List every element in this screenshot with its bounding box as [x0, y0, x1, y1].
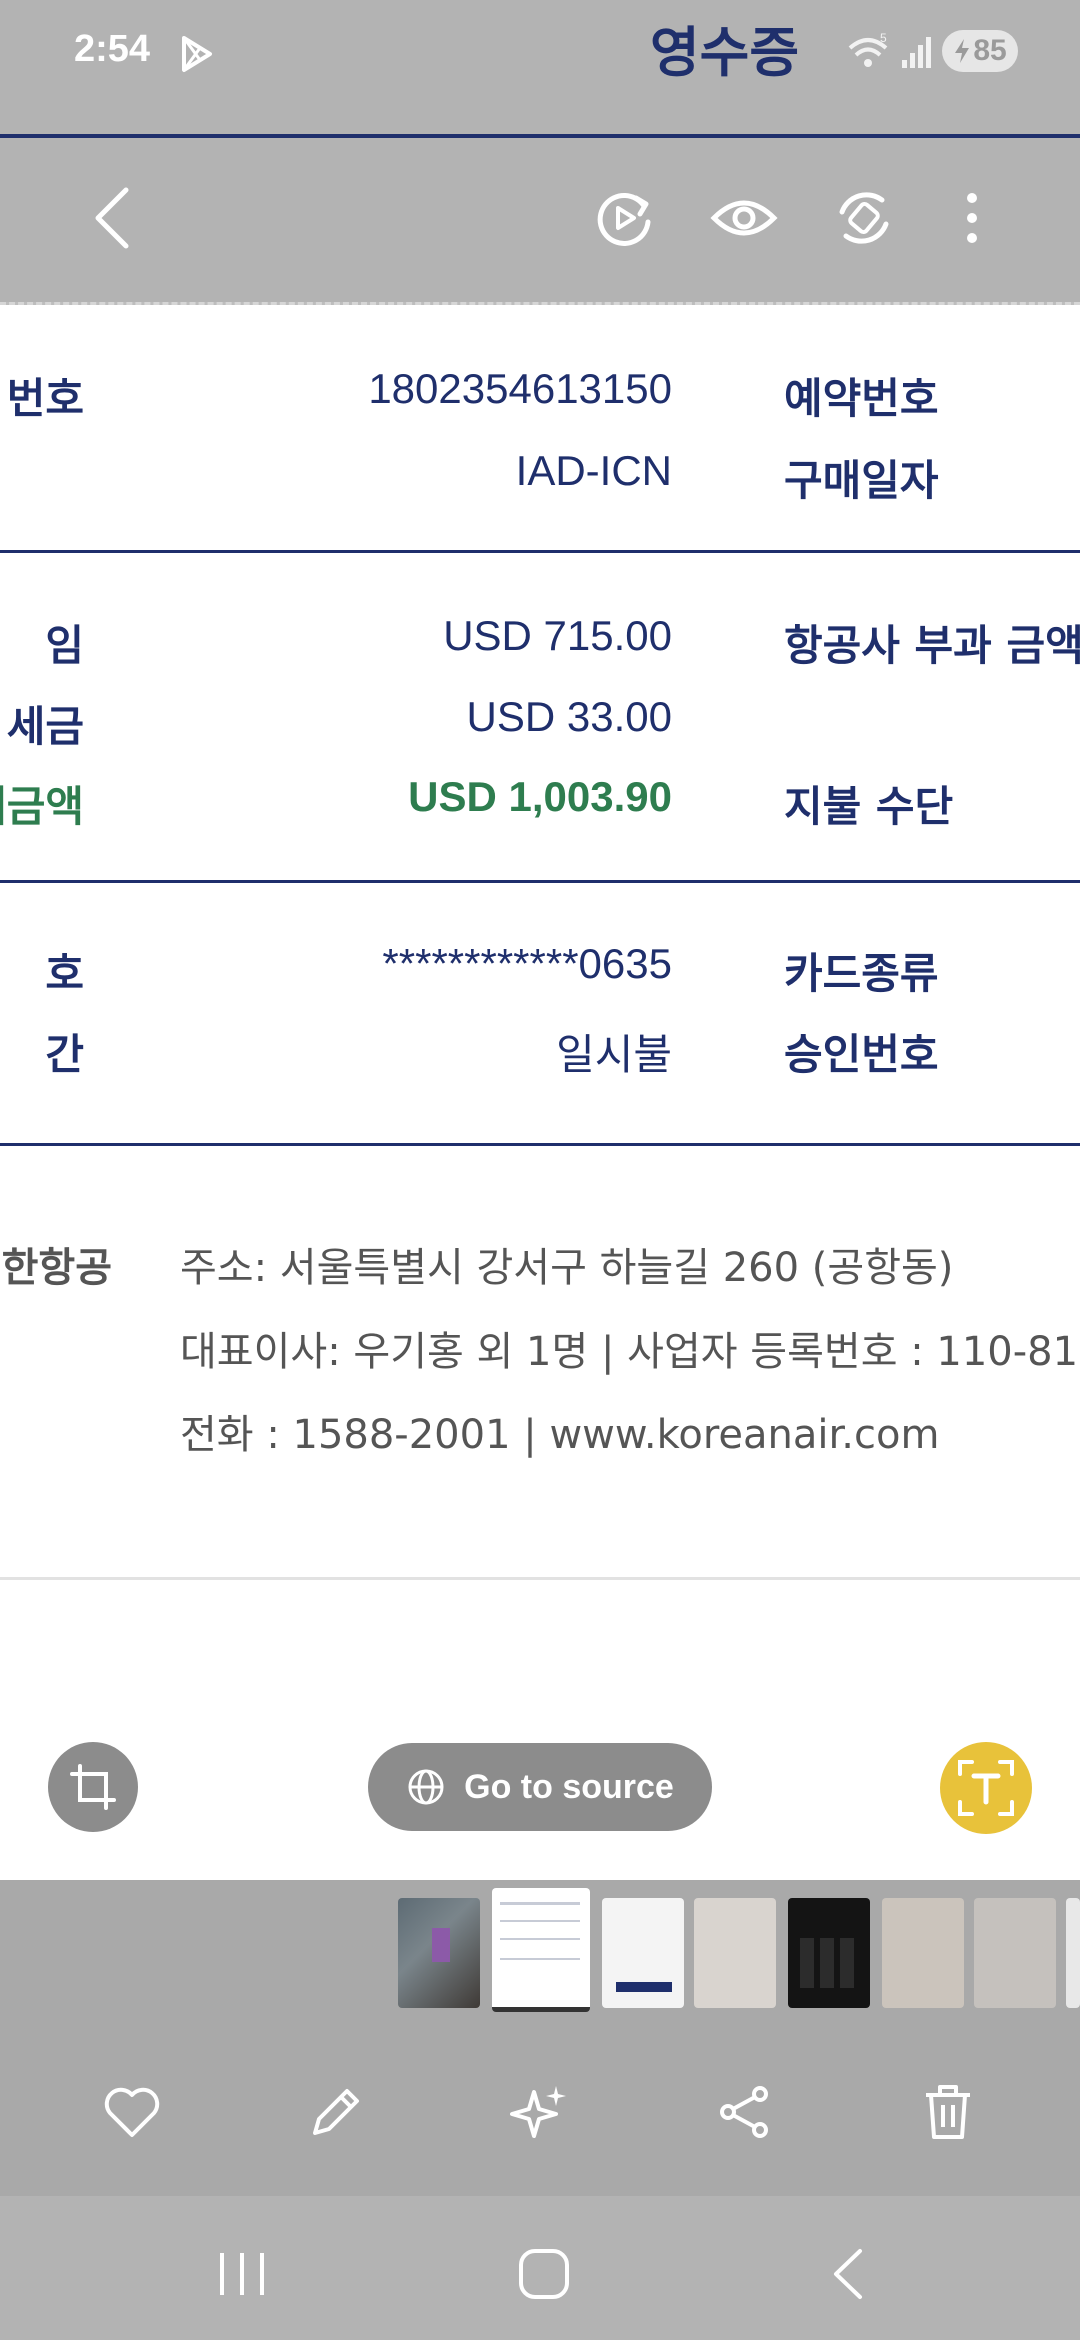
globe-icon — [408, 1769, 444, 1805]
purchase-date-label: 구매일자 — [784, 456, 939, 505]
total-value: USD 1,003.90 — [408, 773, 672, 820]
tax-value: USD 33.00 — [466, 693, 672, 740]
system-back-button[interactable] — [818, 2244, 878, 2304]
thumbnail-item[interactable] — [1066, 1898, 1080, 2008]
share-button[interactable] — [712, 2080, 776, 2144]
footer-rule — [0, 1577, 1080, 1580]
section-divider — [0, 1143, 1080, 1146]
thumbnail-item-selected[interactable] — [492, 1888, 590, 2012]
tax-label: 세금 — [6, 702, 84, 751]
battery-level: 85 — [973, 34, 1007, 67]
company-ceo-registration: 대표이사: 우기홍 외 1명 | 사업자 등록번호 : 110-81 — [180, 1329, 1079, 1375]
section-divider — [0, 880, 1080, 883]
status-time: 2:54 — [74, 28, 151, 70]
heart-icon — [104, 2087, 160, 2137]
share-icon — [720, 2086, 768, 2138]
go-to-source-label: Go to source — [464, 1767, 674, 1806]
go-to-source-button[interactable]: Go to source — [368, 1743, 712, 1831]
recent-apps-button[interactable] — [212, 2244, 272, 2304]
system-navigation-bar — [0, 2196, 1080, 2340]
sparkle-icon — [510, 2086, 566, 2138]
installment-label: 간 — [45, 1030, 84, 1079]
thumbnail-strip — [0, 1880, 1080, 2020]
crop-button[interactable] — [48, 1742, 138, 1832]
viewer-toolbar — [0, 138, 1080, 302]
back-arrow-icon — [95, 187, 129, 249]
thumbnail-item[interactable] — [788, 1898, 870, 2008]
extract-text-button[interactable] — [940, 1742, 1032, 1834]
signal-icon — [902, 37, 931, 68]
booking-number-label: 번호 — [6, 374, 84, 423]
thumbnail-item[interactable] — [974, 1898, 1056, 2008]
thumbnail-item[interactable] — [398, 1898, 480, 2008]
trash-icon — [926, 2085, 970, 2139]
airline-charge-label: 항공사 부과 금액 — [784, 621, 1080, 670]
pencil-icon — [313, 2089, 359, 2135]
delete-button[interactable] — [916, 2080, 980, 2144]
card-type-label: 카드종류 — [784, 949, 939, 998]
play-store-icon — [182, 36, 212, 72]
company-address: 주소: 서울특별시 강서구 하늘길 260 (공항동) — [180, 1245, 954, 1291]
recent-apps-icon — [220, 2253, 264, 2295]
back-button[interactable] — [62, 168, 162, 268]
thumbnail-item[interactable] — [882, 1898, 964, 2008]
view-button[interactable] — [694, 168, 794, 268]
company-name: 한항공 — [1, 1245, 112, 1291]
more-options-button[interactable] — [922, 168, 1022, 268]
installment-value: 일시불 — [556, 1031, 672, 1078]
favorite-button[interactable] — [100, 2080, 164, 2144]
approval-number-label: 승인번호 — [784, 1030, 939, 1079]
reservation-number-label: 예약번호 — [784, 374, 939, 423]
fare-label: 임 — [45, 621, 84, 670]
thumbnail-item[interactable] — [694, 1898, 776, 2008]
document-heading: 영수증 — [650, 21, 800, 84]
svg-text:5: 5 — [880, 32, 887, 45]
company-contact: 전화 : 1588-2001 | www.koreanair.com — [180, 1412, 940, 1458]
back-icon — [834, 2249, 862, 2299]
photo-action-bar — [0, 2020, 1080, 2196]
text-extract-icon — [958, 1760, 1014, 1816]
card-number-label: 호 — [45, 949, 84, 998]
edit-button[interactable] — [304, 2080, 368, 2144]
more-options-icon — [967, 193, 977, 243]
route-value: IAD-ICN — [515, 447, 672, 494]
battery-charging-icon — [955, 39, 970, 63]
receipt-image: 번호 1802354613150 예약번호 IAD-ICN 구매일자 임 USD… — [0, 305, 1080, 1880]
home-button[interactable] — [514, 2244, 574, 2304]
crop-icon — [70, 1764, 116, 1810]
auto-rotate-button[interactable] — [814, 168, 914, 268]
thumbnail-item[interactable] — [602, 1898, 684, 2008]
section-divider — [0, 550, 1080, 553]
auto-rotate-icon — [839, 192, 889, 244]
home-icon — [519, 2249, 569, 2299]
total-label: 세금액 — [0, 782, 84, 831]
booking-number-value: 1802354613150 — [368, 365, 672, 412]
payment-method-label: 지불 수단 — [784, 782, 954, 831]
wifi-icon: 5 — [848, 32, 888, 67]
status-bar: 2:54 영수증 5 85 — [0, 0, 1080, 136]
fare-value: USD 715.00 — [443, 612, 672, 659]
eye-icon — [710, 200, 778, 236]
slideshow-button[interactable] — [574, 168, 674, 268]
battery-indicator: 85 — [942, 30, 1018, 72]
card-number-value: ************0635 — [382, 940, 672, 987]
rotate-play-icon — [597, 192, 651, 246]
enhance-button[interactable] — [508, 2080, 572, 2144]
